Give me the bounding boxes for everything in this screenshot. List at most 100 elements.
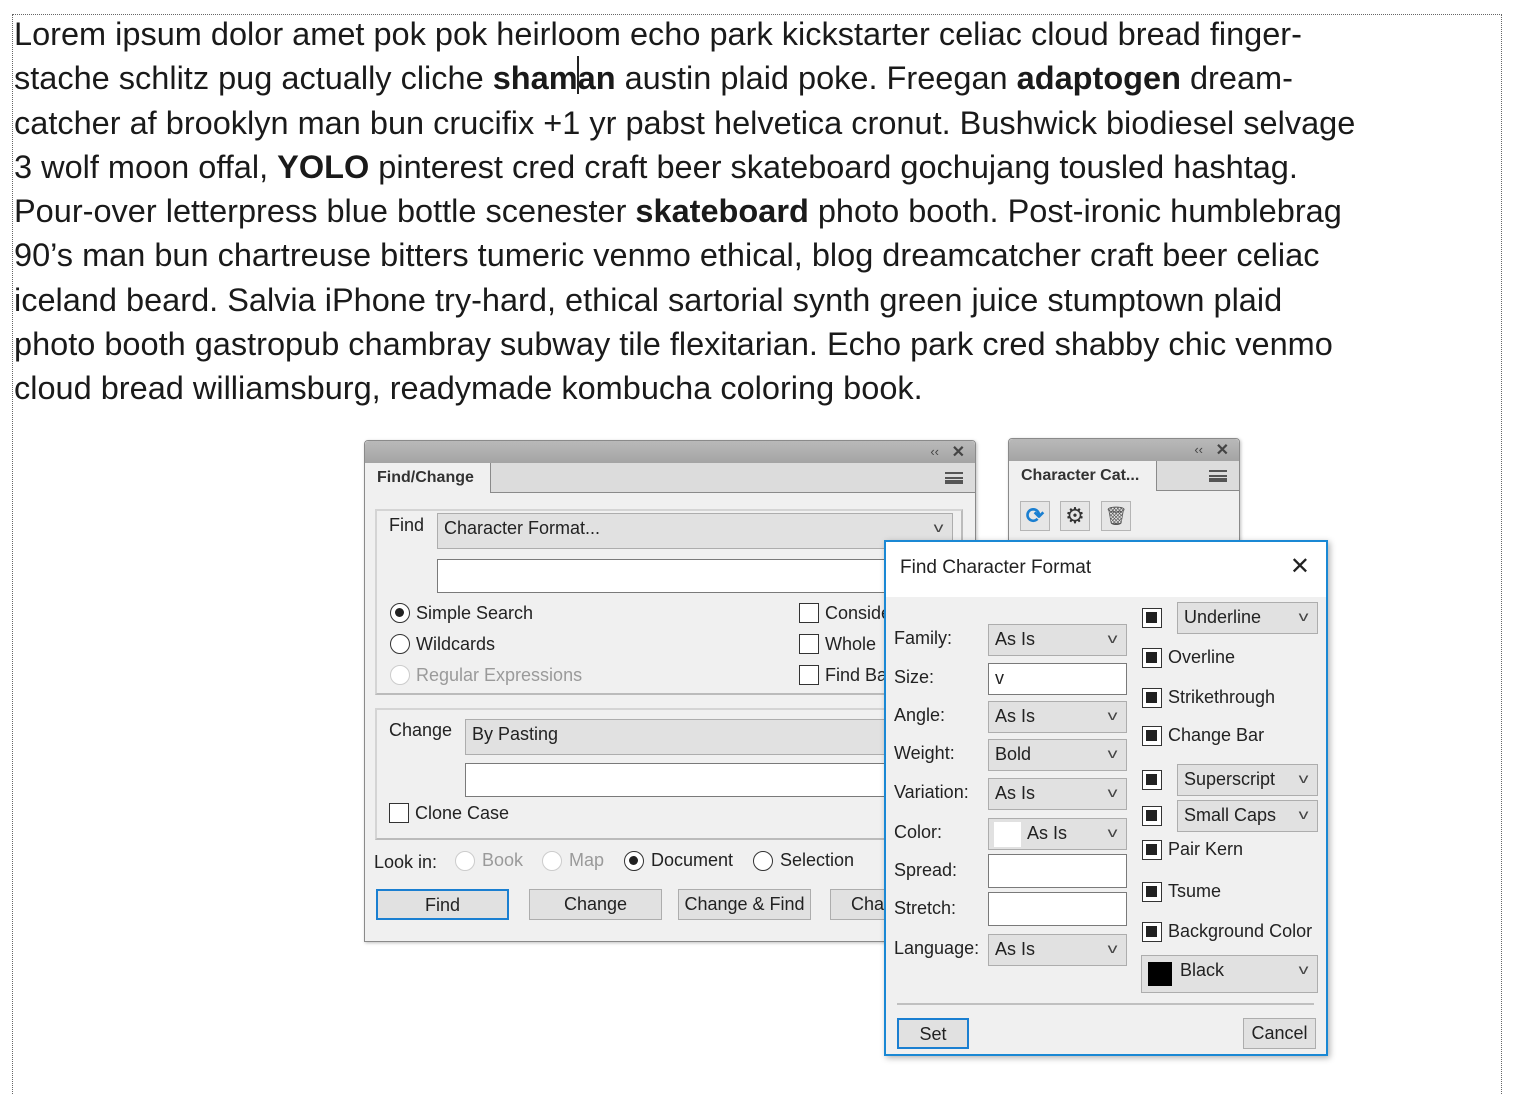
- field-input[interactable]: [988, 854, 1127, 888]
- collapse-icon[interactable]: ‹‹: [930, 444, 939, 459]
- search-mode-label: Wildcards: [416, 634, 496, 654]
- text-run: photo booth. Post-ironic humblebrag: [808, 193, 1342, 230]
- field-value: As Is: [995, 706, 1036, 726]
- style-checkbox[interactable]: [1142, 882, 1162, 902]
- search-mode-radio[interactable]: [390, 603, 410, 623]
- style-dropdown[interactable]: Superscript v: [1177, 764, 1318, 796]
- style-checkbox[interactable]: [1142, 806, 1162, 826]
- text-run: catcher af brooklyn man bun crucifix +1 …: [14, 104, 1356, 141]
- style-label: Strikethrough: [1168, 687, 1276, 707]
- clone-case-label: Clone Case: [415, 803, 510, 823]
- look-in-label: Map: [569, 850, 605, 870]
- tab-character-catalog[interactable]: Character Cat...: [1009, 461, 1157, 491]
- chevron-down-icon: v: [1107, 707, 1118, 723]
- close-icon[interactable]: ✕: [1290, 552, 1310, 581]
- dialog-title: Find Character Format: [900, 557, 1092, 578]
- find-character-format-dialog: Find Character Format ✕ Family: As Is v Siz…: [884, 540, 1328, 1056]
- button-change-find[interactable]: Change & Find: [678, 889, 811, 920]
- close-icon[interactable]: ✕: [1216, 440, 1229, 460]
- button-change[interactable]: Change: [529, 889, 662, 920]
- search-mode-radio: [390, 665, 410, 685]
- button-find[interactable]: Find: [376, 889, 509, 920]
- tab-find-change[interactable]: Find/Change: [365, 463, 491, 493]
- set-button[interactable]: Set: [897, 1018, 969, 1049]
- look-in-radio: [542, 851, 562, 871]
- style-dropdown[interactable]: Small Caps v: [1177, 800, 1318, 832]
- style-checkbox[interactable]: [1142, 922, 1162, 942]
- field-dropdown[interactable]: As Is v: [988, 818, 1127, 850]
- close-icon[interactable]: ✕: [952, 442, 965, 462]
- field-dropdown[interactable]: As Is v: [988, 778, 1127, 810]
- background-color-dropdown[interactable]: Black v: [1141, 955, 1318, 993]
- look-in-radio[interactable]: [753, 851, 773, 871]
- text-run: 3 wolf moon offal,: [14, 148, 278, 185]
- color-swatch: [994, 822, 1021, 847]
- field-label: Size:: [894, 667, 935, 687]
- field-value: As Is: [995, 629, 1036, 649]
- refresh-icon[interactable]: ⟳: [1020, 501, 1050, 531]
- find-type-dropdown[interactable]: Character Format... v: [437, 513, 953, 549]
- option-checkbox[interactable]: [799, 634, 819, 654]
- gear-icon[interactable]: ⚙: [1060, 501, 1090, 531]
- chevron-down-icon: v: [1107, 824, 1118, 840]
- style-checkbox[interactable]: [1142, 726, 1162, 746]
- search-mode-label: Simple Search: [416, 603, 534, 623]
- clone-case-checkbox[interactable]: [389, 803, 409, 823]
- look-in-label: Look in:: [374, 852, 438, 872]
- text-line: photo booth gastropub chambray subway ti…: [14, 322, 1355, 366]
- field-label: Weight:: [894, 743, 955, 763]
- look-in-radio: [455, 851, 475, 871]
- chevron-down-icon: v: [1298, 806, 1309, 822]
- text-run: photo booth gastropub chambray subway ti…: [14, 326, 1333, 363]
- cancel-button[interactable]: Cancel: [1243, 1018, 1316, 1049]
- text-run: 90’s man bun chartreuse bitters tumeric …: [14, 237, 1320, 274]
- field-value: Bold: [995, 744, 1032, 764]
- option-label: Conside: [825, 603, 892, 623]
- style-dropdown[interactable]: Underline v: [1177, 602, 1318, 634]
- field-dropdown[interactable]: Bold v: [988, 739, 1127, 771]
- collapse-icon[interactable]: ‹‹: [1194, 442, 1203, 457]
- chevron-down-icon: v: [1107, 630, 1118, 646]
- field-value: As Is: [995, 939, 1036, 959]
- text-run: dream-: [1180, 60, 1293, 97]
- text-run: Lorem ipsum dolor amet pok pok heirloom …: [14, 16, 1302, 52]
- look-in-radio[interactable]: [624, 851, 644, 871]
- change-type-dropdown[interactable]: By Pasting: [465, 719, 953, 755]
- change-text-input[interactable]: [465, 763, 953, 797]
- field-dropdown[interactable]: As Is v: [988, 624, 1127, 656]
- search-mode-label: Regular Expressions: [416, 665, 583, 685]
- document-text[interactable]: Lorem ipsum dolor amet pok pok heirloom …: [14, 12, 1355, 411]
- delete-icon[interactable]: 🗑: [1101, 501, 1131, 531]
- style-label: Background Color: [1168, 921, 1313, 941]
- button-cha[interactable]: Cha: [830, 889, 890, 920]
- field-dropdown[interactable]: As Is v: [988, 701, 1127, 733]
- style-label: Tsume: [1168, 881, 1222, 901]
- text-run: pinterest cred craft beer skateboard goc…: [369, 148, 1298, 185]
- text-line: 3 wolf moon offal, YOLO pinterest cred c…: [14, 145, 1355, 189]
- chevron-down-icon: v: [1298, 961, 1309, 977]
- option-label: Find Ba: [825, 665, 888, 685]
- option-checkbox[interactable]: [799, 603, 819, 623]
- style-checkbox[interactable]: [1142, 688, 1162, 708]
- field-input[interactable]: [988, 892, 1127, 926]
- field-label: Spread:: [894, 860, 958, 880]
- find-text-input[interactable]: [437, 559, 953, 593]
- find-label: Find: [389, 515, 425, 535]
- style-checkbox[interactable]: [1142, 840, 1162, 860]
- chevron-down-icon: v: [1107, 940, 1118, 956]
- field-label: Angle:: [894, 705, 946, 725]
- style-label: Change Bar: [1168, 725, 1265, 745]
- color-swatch: [1148, 962, 1172, 986]
- style-checkbox[interactable]: [1142, 648, 1162, 668]
- field-dropdown[interactable]: v: [988, 663, 1127, 695]
- style-value: Small Caps: [1184, 805, 1277, 825]
- option-checkbox[interactable]: [799, 665, 819, 685]
- panel-titlebar[interactable]: [365, 441, 975, 463]
- search-mode-radio[interactable]: [390, 634, 410, 654]
- panel-menu-icon[interactable]: [1209, 470, 1227, 482]
- style-checkbox[interactable]: [1142, 608, 1162, 628]
- field-dropdown[interactable]: As Is v: [988, 934, 1127, 966]
- panel-menu-icon[interactable]: [945, 472, 963, 484]
- style-checkbox[interactable]: [1142, 770, 1162, 790]
- divider: [897, 1003, 1314, 1005]
